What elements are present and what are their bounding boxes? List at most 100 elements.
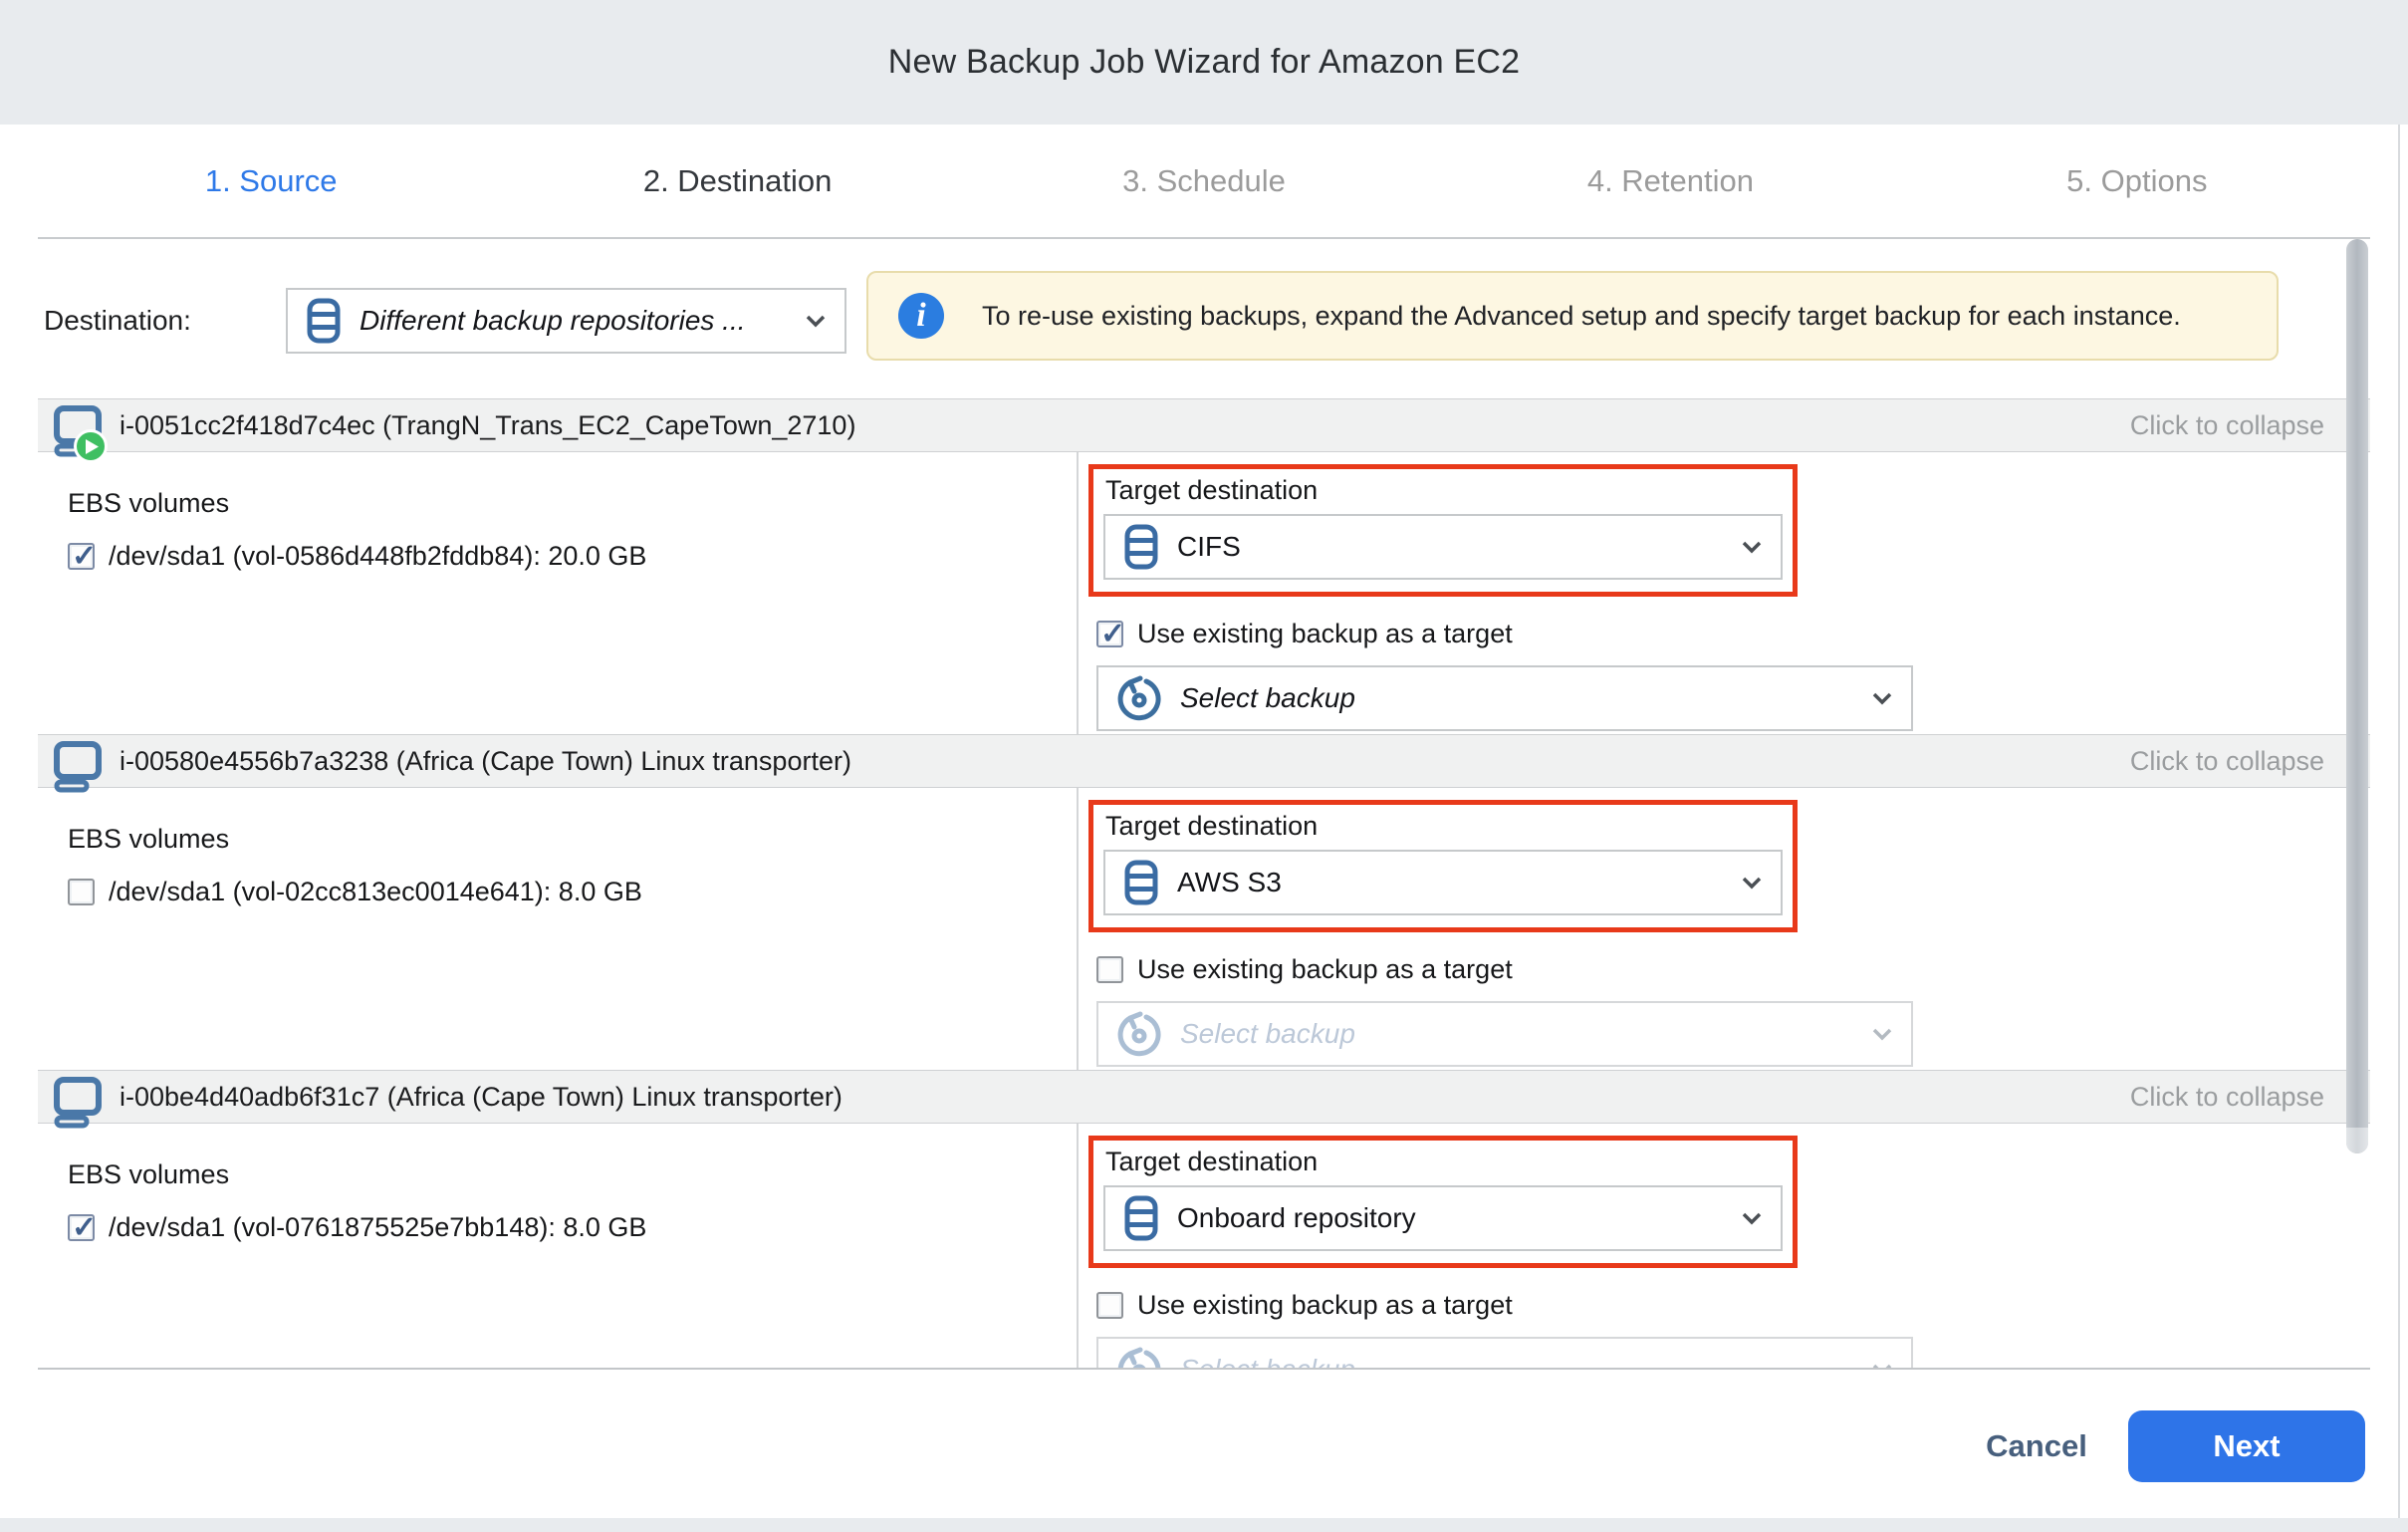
select-backup-placeholder: Select backup [1180, 682, 1355, 714]
volume-row: /dev/sda1 (vol-0586d448fb2fddb84): 20.0 … [68, 541, 1077, 572]
target-highlight-box: Target destination CIFS [1088, 464, 1798, 597]
target-column: Target destination Onboard repository [1079, 1124, 2370, 1370]
step-options: 5. Options [1904, 125, 2370, 237]
backup-restore-icon [1116, 1011, 1162, 1057]
collapse-hint: Click to collapse [2130, 746, 2324, 777]
step-retention: 4. Retention [1437, 125, 1903, 237]
dialog-bottom-edge [0, 1518, 2408, 1532]
volume-checkbox[interactable] [68, 543, 95, 570]
repository-icon [1123, 524, 1159, 570]
select-backup-dropdown[interactable]: Select backup [1096, 665, 1913, 731]
wizard-titlebar: New Backup Job Wizard for Amazon EC2 [0, 0, 2408, 125]
target-highlight-box: Target destination AWS S3 [1088, 800, 1798, 932]
instance-header[interactable]: i-00580e4556b7a3238 (Africa (Cape Town) … [38, 734, 2370, 788]
target-destination-value: Onboard repository [1177, 1202, 1416, 1234]
vertical-scrollbar [2346, 239, 2368, 1368]
dialog-right-border [2398, 125, 2400, 1518]
ebs-column: EBS volumes /dev/sda1 (vol-0586d448fb2fd… [38, 452, 1079, 734]
ebs-volumes-label: EBS volumes [68, 488, 1077, 519]
instance-name: i-00be4d40adb6f31c7 (Africa (Cape Town) … [120, 1082, 843, 1113]
backup-restore-icon [1116, 675, 1162, 721]
ebs-volumes-label: EBS volumes [68, 1159, 1077, 1190]
target-destination-dropdown[interactable]: CIFS [1103, 514, 1783, 580]
use-existing-label: Use existing backup as a target [1137, 954, 1513, 985]
instance-section: i-0051cc2f418d7c4ec (TrangN_Trans_EC2_Ca… [38, 398, 2370, 734]
collapse-hint: Click to collapse [2130, 410, 2324, 441]
instance-body: EBS volumes /dev/sda1 (vol-0586d448fb2fd… [38, 452, 2370, 734]
instance-body: EBS volumes /dev/sda1 (vol-0761875525e7b… [38, 1124, 2370, 1370]
volume-label: /dev/sda1 (vol-0761875525e7bb148): 8.0 G… [109, 1212, 646, 1243]
volume-label: /dev/sda1 (vol-0586d448fb2fddb84): 20.0 … [109, 541, 646, 572]
step-source[interactable]: 1. Source [38, 125, 504, 237]
instance-section: i-00be4d40adb6f31c7 (Africa (Cape Town) … [38, 1070, 2370, 1370]
use-existing-label: Use existing backup as a target [1137, 619, 1513, 649]
info-icon: i [898, 293, 944, 339]
use-existing-checkbox[interactable] [1096, 621, 1123, 647]
select-backup-placeholder: Select backup [1180, 1018, 1355, 1050]
step-schedule: 3. Schedule [971, 125, 1437, 237]
page-title: New Backup Job Wizard for Amazon EC2 [888, 43, 1521, 82]
instance-body: EBS volumes /dev/sda1 (vol-02cc813ec0014… [38, 788, 2370, 1070]
volume-label: /dev/sda1 (vol-02cc813ec0014e641): 8.0 G… [109, 877, 642, 907]
repository-icon [1123, 1195, 1159, 1241]
chevron-down-icon [1871, 1027, 1893, 1041]
cancel-button[interactable]: Cancel [1977, 1410, 2096, 1482]
select-backup-placeholder: Select backup [1180, 1354, 1355, 1370]
chevron-down-icon [1741, 876, 1763, 890]
select-backup-dropdown: Select backup [1096, 1001, 1913, 1067]
target-column: Target destination CIFS [1079, 452, 2370, 734]
chevron-down-icon [1741, 1211, 1763, 1225]
scrollbar-thumb[interactable] [2346, 239, 2368, 1153]
use-existing-label: Use existing backup as a target [1137, 1290, 1513, 1321]
target-destination-dropdown[interactable]: AWS S3 [1103, 850, 1783, 915]
wizard-steps: 1. Source 2. Destination 3. Schedule 4. … [38, 125, 2370, 237]
use-existing-checkbox[interactable] [1096, 1292, 1123, 1319]
destination-dropdown[interactable]: Different backup repositories ... [286, 288, 846, 354]
instance-header[interactable]: i-0051cc2f418d7c4ec (TrangN_Trans_EC2_Ca… [38, 398, 2370, 452]
instance-name: i-0051cc2f418d7c4ec (TrangN_Trans_EC2_Ca… [120, 410, 855, 441]
target-column: Target destination AWS S3 [1079, 788, 2370, 1070]
backup-job-wizard-dialog: New Backup Job Wizard for Amazon EC2 1. … [0, 0, 2408, 1532]
repository-icon [306, 298, 342, 344]
info-banner: i To re-use existing backups, expand the… [866, 271, 2279, 361]
use-existing-checkbox[interactable] [1096, 956, 1123, 983]
backup-restore-icon [1116, 1347, 1162, 1370]
target-destination-value: AWS S3 [1177, 867, 1282, 898]
ec2-instance-icon [52, 739, 110, 797]
use-existing-row: Use existing backup as a target [1096, 954, 2370, 985]
ebs-volumes-label: EBS volumes [68, 824, 1077, 855]
target-destination-dropdown[interactable]: Onboard repository [1103, 1185, 1783, 1251]
ec2-instance-icon [52, 403, 110, 461]
step-destination[interactable]: 2. Destination [504, 125, 970, 237]
collapse-hint: Click to collapse [2130, 1082, 2324, 1113]
target-destination-label: Target destination [1103, 811, 1783, 842]
ec2-instance-icon [52, 1075, 110, 1133]
wizard-scroll-area: Destination: Different backup repositori… [38, 237, 2370, 1370]
select-backup-dropdown: Select backup [1096, 1337, 1913, 1370]
target-destination-label: Target destination [1103, 475, 1783, 506]
destination-value: Different backup repositories ... [360, 305, 746, 337]
use-existing-row: Use existing backup as a target [1096, 619, 2370, 649]
running-state-icon [74, 429, 108, 463]
destination-label: Destination: [44, 288, 191, 354]
volume-checkbox[interactable] [68, 1214, 95, 1241]
chevron-down-icon [1871, 691, 1893, 705]
instance-name: i-00580e4556b7a3238 (Africa (Cape Town) … [120, 746, 851, 777]
volume-checkbox[interactable] [68, 879, 95, 905]
target-destination-value: CIFS [1177, 531, 1241, 563]
instance-header[interactable]: i-00be4d40adb6f31c7 (Africa (Cape Town) … [38, 1070, 2370, 1124]
volume-row: /dev/sda1 (vol-02cc813ec0014e641): 8.0 G… [68, 877, 1077, 907]
target-highlight-box: Target destination Onboard repository [1088, 1136, 1798, 1268]
info-banner-text: To re-use existing backups, expand the A… [982, 301, 2181, 332]
volume-row: /dev/sda1 (vol-0761875525e7bb148): 8.0 G… [68, 1212, 1077, 1243]
chevron-down-icon [1871, 1363, 1893, 1370]
next-button[interactable]: Next [2128, 1410, 2365, 1482]
chevron-down-icon [1741, 540, 1763, 554]
ebs-column: EBS volumes /dev/sda1 (vol-02cc813ec0014… [38, 788, 1079, 1070]
ebs-column: EBS volumes /dev/sda1 (vol-0761875525e7b… [38, 1124, 1079, 1370]
use-existing-row: Use existing backup as a target [1096, 1290, 2370, 1321]
chevron-down-icon [805, 314, 827, 328]
instance-section: i-00580e4556b7a3238 (Africa (Cape Town) … [38, 734, 2370, 1070]
target-destination-label: Target destination [1103, 1147, 1783, 1177]
destination-row: Destination: Different backup repositori… [38, 239, 2370, 369]
